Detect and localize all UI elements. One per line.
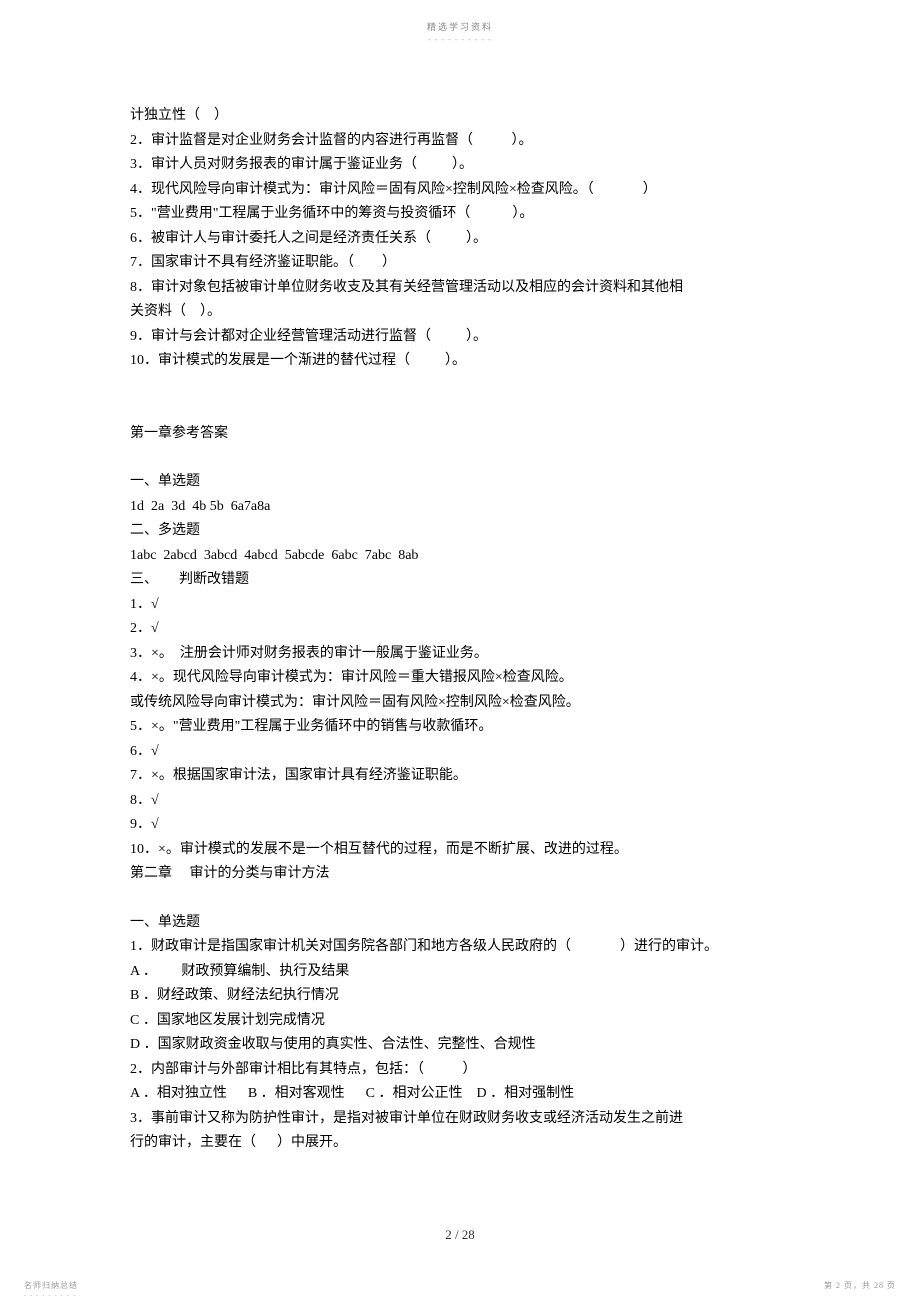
page-container: 精选学习资料 - - - - - - - - - - 计独立性（ ） 2．审计监…: [0, 0, 920, 1303]
judge-line: 5．×。"营业费用"工程属于业务循环中的销售与收款循环。: [130, 715, 790, 740]
ch2-line: 3．事前审计又称为防护性审计，是指对被审计单位在财政财务收支或经济活动发生之前进: [130, 1107, 790, 1132]
judge-line: 或传统风险导向审计模式为：审计风险＝固有风险×控制风险×检查风险。: [130, 691, 790, 716]
ch2-line: 1．财政审计是指国家审计机关对国务院各部门和地方各级人民政府的（ ）进行的审计。: [130, 935, 790, 960]
ch2-line: A ． 财政预算编制、执行及结果: [130, 960, 790, 985]
spacer: [130, 446, 790, 470]
ch2-line: 2．内部审计与外部审计相比有其特点，包括：（ ）: [130, 1058, 790, 1083]
single-choice-title: 一、单选题: [130, 470, 790, 495]
judge-line: 4．×。现代风险导向审计模式为：审计风险＝重大错报风险×检查风险。: [130, 666, 790, 691]
body-line: 7．国家审计不具有经济鉴证职能。（ ）: [130, 251, 790, 276]
body-line: 8．审计对象包括被审计单位财务收支及其有关经营管理活动以及相应的会计资料和其他相: [130, 276, 790, 301]
judge-line: 7．×。根据国家审计法，国家审计具有经济鉴证职能。: [130, 764, 790, 789]
body-line: 4．现代风险导向审计模式为：审计风险＝固有风险×控制风险×检查风险。（ ）: [130, 178, 790, 203]
ch2-line: B ．财经政策、财经法纪执行情况: [130, 984, 790, 1009]
spacer: [130, 374, 790, 422]
judge-line: 8．√: [130, 789, 790, 814]
answers-title: 第一章参考答案: [130, 422, 790, 447]
body-line: 3．审计人员对财务报表的审计属于鉴证业务（ ）。: [130, 153, 790, 178]
top-header-dashes: - - - - - - - - - -: [130, 35, 790, 44]
multi-choice-answers: 1abc 2abcd 3abcd 4abcd 5abcde 6abc 7abc …: [130, 544, 790, 569]
ch2-line: 行的审计，主要在（ ）中展开。: [130, 1131, 790, 1156]
page-number: 2 / 28: [0, 1227, 920, 1243]
content-body: 计独立性（ ） 2．审计监督是对企业财务会计监督的内容进行再监督（ ）。 3．审…: [130, 104, 790, 1156]
body-line: 9．审计与会计都对企业经营管理活动进行监督（ ）。: [130, 325, 790, 350]
body-line: 6．被审计人与审计委托人之间是经济责任关系（ ）。: [130, 227, 790, 252]
body-line: 计独立性（ ）: [130, 104, 790, 129]
body-line: 5．"营业费用"工程属于业务循环中的筹资与投资循环（ ）。: [130, 202, 790, 227]
judge-line: 1．√: [130, 593, 790, 618]
judge-line: 3．×。 注册会计师对财务报表的审计一般属于鉴证业务。: [130, 642, 790, 667]
single-choice-answers: 1d 2a 3d 4b 5b 6a7a8a: [130, 495, 790, 520]
judge-line: 9．√: [130, 813, 790, 838]
chapter2-title: 第二章 审计的分类与审计方法: [130, 862, 790, 887]
body-line: 10．审计模式的发展是一个渐进的替代过程（ ）。: [130, 349, 790, 374]
ch2-line: D ．国家财政资金收取与使用的真实性、合法性、完整性、合规性: [130, 1033, 790, 1058]
multi-choice-title: 二、多选题: [130, 519, 790, 544]
body-line: 关资料（ ）。: [130, 300, 790, 325]
judge-line: 6．√: [130, 740, 790, 765]
top-header-label: 精选学习资料: [130, 20, 790, 33]
ch2-line: C ．国家地区发展计划完成情况: [130, 1009, 790, 1034]
judge-title: 三、 判断改错题: [130, 568, 790, 593]
body-line: 2．审计监督是对企业财务会计监督的内容进行再监督（ ）。: [130, 129, 790, 154]
footer-left-label: 名师归纳总结: [24, 1280, 78, 1291]
judge-line: 2．√: [130, 617, 790, 642]
footer-right-label: 第 2 页，共 28 页: [824, 1280, 896, 1291]
ch2-line: A ．相对独立性 B ．相对客观性 C ．相对公正性 D ．相对强制性: [130, 1082, 790, 1107]
spacer: [130, 887, 790, 911]
ch2-single-title: 一、单选题: [130, 911, 790, 936]
footer-left-dashes: - - - - - - - - -: [24, 1291, 76, 1299]
judge-line: 10．×。审计模式的发展不是一个相互替代的过程，而是不断扩展、改进的过程。: [130, 838, 790, 863]
